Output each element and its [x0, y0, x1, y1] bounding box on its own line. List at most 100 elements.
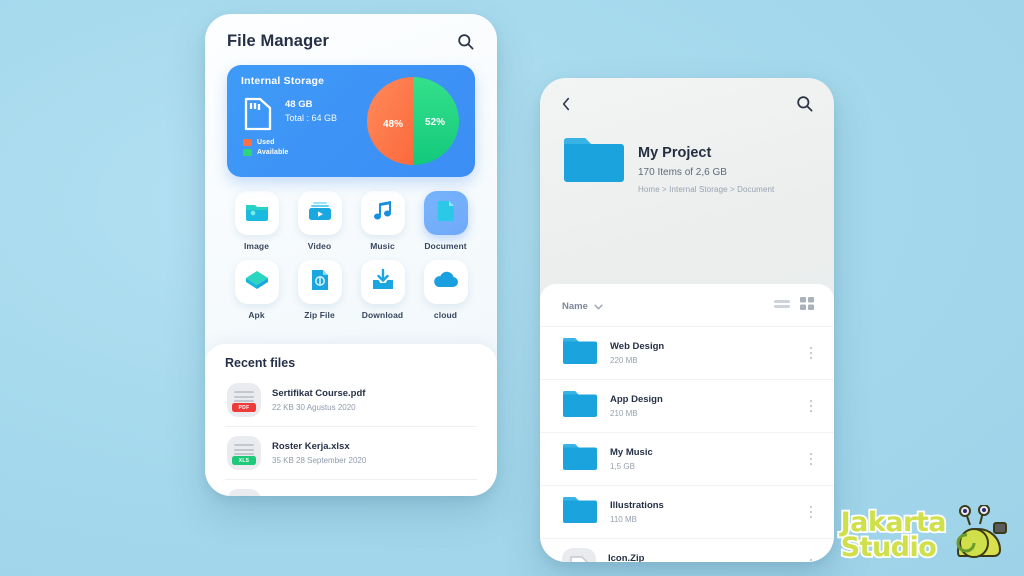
file-size: 220 MB	[610, 356, 638, 365]
folder-icon	[562, 336, 598, 370]
category-video[interactable]: Video	[288, 191, 351, 251]
legend-swatch-used	[243, 139, 252, 146]
category-tile-active[interactable]	[423, 191, 468, 235]
file-name: Web Design	[610, 341, 665, 352]
folder-icon	[562, 389, 598, 423]
category-label: Video	[307, 241, 332, 251]
category-cloud[interactable]: cloud	[414, 260, 477, 320]
category-tile[interactable]	[360, 191, 405, 235]
file-name: Sertifikat Course.pdf	[272, 388, 366, 399]
category-tile[interactable]	[360, 260, 405, 304]
internal-storage-card[interactable]: Internal Storage 48 GB Total : 64 GB Use…	[227, 65, 475, 177]
file-name: Roster Kerja.xlsx	[272, 441, 350, 452]
more-options-icon[interactable]	[806, 343, 817, 364]
search-icon[interactable]	[795, 94, 814, 113]
more-options-icon[interactable]	[806, 555, 817, 562]
category-label: cloud	[433, 310, 458, 320]
category-music[interactable]: Music	[351, 191, 414, 251]
table-row[interactable]: App Design 210 MB	[540, 380, 834, 433]
apk-icon	[243, 268, 271, 297]
grid-view-icon[interactable]	[800, 297, 814, 315]
more-options-icon[interactable]	[806, 449, 817, 470]
cloud-icon	[432, 270, 460, 295]
sort-dropdown[interactable]: Name	[562, 297, 603, 315]
table-row[interactable]: Icon.Zip 60,5 kB	[540, 539, 834, 562]
music-icon	[371, 199, 395, 228]
sort-label: Name	[562, 300, 588, 312]
breadcrumb: Home > Internal Storage > Document	[638, 185, 775, 194]
watermark-line-2: Studio	[839, 531, 939, 563]
file-name: My Music	[610, 447, 653, 458]
folder-icon	[562, 442, 598, 476]
file-name: Icon.Zip	[608, 553, 645, 562]
category-image[interactable]: Image	[225, 191, 288, 251]
pdf-file-icon: PDF	[227, 383, 261, 417]
category-tile[interactable]	[234, 260, 279, 304]
image-icon	[244, 200, 270, 227]
category-label: Apk	[248, 310, 265, 320]
category-label: Download	[361, 310, 404, 320]
category-tile[interactable]	[234, 191, 279, 235]
category-tile[interactable]	[423, 260, 468, 304]
sort-and-view-bar: Name	[540, 284, 834, 327]
xls-file-icon: XLS	[227, 436, 261, 470]
watermark-text: Jakarta Studio	[839, 507, 948, 563]
zip-file-icon	[309, 268, 331, 297]
folder-subtitle: 170 Items of 2,6 GB	[638, 167, 727, 178]
category-document[interactable]: Document	[414, 191, 477, 251]
sd-card-icon	[243, 96, 273, 137]
page-title: File Manager	[227, 32, 330, 50]
chevron-down-icon[interactable]	[594, 297, 603, 315]
list-item[interactable]: PDF Sertifikat Course.pdf 22 KB 30 Agust…	[225, 374, 477, 427]
file-size: 1,5 GB	[610, 462, 635, 471]
video-icon	[307, 200, 333, 227]
file-name: App Design	[610, 394, 663, 405]
legend-item-available: Available	[243, 149, 288, 156]
table-row[interactable]: Web Design 220 MB	[540, 327, 834, 380]
category-label: Document	[424, 241, 467, 251]
table-row[interactable]: My Music 1,5 GB	[540, 433, 834, 486]
category-apk[interactable]: Apk	[225, 260, 288, 320]
legend-label-available: Available	[257, 149, 289, 156]
storage-pie-chart: 48% 52%	[363, 75, 463, 172]
category-zip-file[interactable]: Zip File	[288, 260, 351, 320]
list-item[interactable]: XLS Roster Kerja.xlsx 35 KB 28 September…	[225, 427, 477, 480]
folder-icon	[562, 495, 598, 529]
file-type-badge: XLS	[232, 456, 256, 465]
file-name: Illustrations	[610, 500, 664, 511]
table-row[interactable]: Illustrations 110 MB	[540, 486, 834, 539]
zip-file-icon	[562, 548, 596, 562]
category-grid: Image Video Music Document Apk Zip File …	[225, 191, 477, 320]
zip-file-icon	[227, 489, 261, 496]
list-view-icon[interactable]	[774, 297, 790, 315]
file-meta: 35 KB 28 September 2020	[272, 456, 367, 465]
file-size: 210 MB	[610, 409, 638, 418]
storage-total-value: Total : 64 GB	[285, 112, 338, 123]
back-chevron-icon[interactable]	[560, 97, 572, 111]
category-label: Zip File	[304, 310, 335, 320]
category-tile[interactable]	[297, 260, 342, 304]
file-list-panel: Name Web Design 220 MB App Design 210 MB…	[540, 284, 834, 562]
file-meta: 22 KB 30 Agustus 2020	[272, 403, 356, 412]
folder-title: My Project	[638, 145, 712, 161]
more-options-icon[interactable]	[806, 396, 817, 417]
file-type-badge: PDF	[232, 403, 256, 412]
category-tile[interactable]	[297, 191, 342, 235]
download-icon	[370, 268, 396, 297]
category-download[interactable]: Download	[351, 260, 414, 320]
pie-label-used: 48%	[383, 119, 404, 130]
list-item[interactable]: Mycollection.zip	[225, 480, 477, 496]
right-topbar	[540, 78, 834, 113]
folder-summary: My Project 170 Items of 2,6 GB Home > In…	[540, 113, 834, 194]
phone-screen-file-manager: File Manager Internal Storage 48 GB Tota…	[205, 14, 497, 496]
category-label: Music	[370, 241, 395, 251]
more-options-icon[interactable]	[806, 502, 817, 523]
search-icon[interactable]	[456, 32, 475, 51]
document-icon	[435, 199, 457, 228]
watermark: Jakarta Studio	[839, 504, 1012, 566]
legend-item-used: Used	[243, 139, 288, 146]
storage-card-title: Internal Storage	[241, 75, 325, 87]
view-toggle-group	[774, 297, 814, 315]
phone-screen-folder-detail: My Project 170 Items of 2,6 GB Home > In…	[540, 78, 834, 562]
snail-mascot-icon	[950, 504, 1012, 566]
